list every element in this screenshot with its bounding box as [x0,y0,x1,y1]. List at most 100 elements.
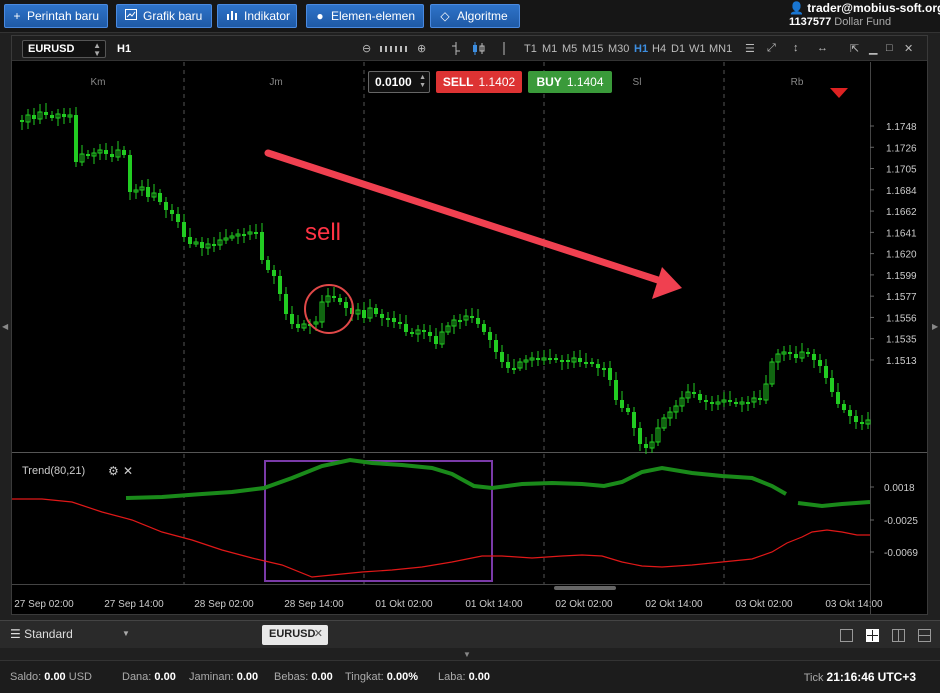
candle-body [794,354,798,358]
popout-icon[interactable]: ⇱ [850,42,859,55]
account-fund: 1137577 Dollar Fund [789,16,934,28]
indicator-tick-label: 0.0018 [884,483,915,494]
new-order-button[interactable]: + Perintah baru [4,4,108,28]
tf-h4[interactable]: H4 [652,43,666,55]
candle-body [560,360,564,362]
candle-body [158,193,162,202]
sell-button[interactable]: SELL 1.1402 [436,71,522,93]
candle-body [746,402,750,404]
candle-body [296,324,300,328]
right-panel-toggle-icon[interactable]: ▶ [932,322,938,331]
free-value: 0.00 [311,671,333,683]
new-chart-button[interactable]: Grafik baru [116,4,212,28]
candle-body [608,368,612,380]
chart-plot-area[interactable]: Km Jm Sl Rb sell Trend(80,21) ⚙ ✕ 1.1748 1.172… [12,62,927,614]
price-tick-label: 1.1684 [886,186,917,197]
candle-body [146,187,150,197]
buy-button[interactable]: BUY 1.1404 [528,71,612,93]
tf-m1[interactable]: M1 [542,43,557,55]
zoom-slider-icon[interactable] [380,44,412,56]
bar-chart-type-icon[interactable] [452,42,460,58]
plus-icon: + [13,9,21,23]
equity-status: Dana: 0.00 [122,671,176,683]
tf-mn1[interactable]: MN1 [709,43,732,55]
candle-body [260,232,264,260]
trend-line-down [12,498,870,578]
tf-d1[interactable]: D1 [671,43,685,55]
candle-body [362,310,366,318]
zoom-in-icon[interactable]: ⊕ [417,42,426,55]
candle-body [728,400,732,402]
candle-body [212,244,216,246]
indicator-label: Indikator [244,9,291,23]
candle-body [500,352,504,362]
candle-body [332,296,336,298]
time-tick-label: 02 Okt 02:00 [555,599,613,610]
spinner-icon[interactable]: ▲ ▼ [419,74,426,90]
candle-body [404,324,408,332]
layout-rows-icon[interactable] [918,629,931,642]
workspace-selector[interactable]: ☰ Standard ▼ [10,627,130,641]
trendline-icon[interactable]: ⤢ [767,42,776,55]
candle-body [812,354,816,360]
layout-single-icon[interactable] [840,629,853,642]
tf-m30[interactable]: M30 [608,43,629,55]
spinner-icon: ▲ ▼ [93,41,101,58]
tf-m5[interactable]: M5 [562,43,577,55]
gear-icon: ⚙ [108,464,119,478]
tab-eurusd[interactable]: EURUSD ✕ [262,625,328,645]
candle-chart-type-icon[interactable] [472,42,486,58]
horizontal-lines-icon[interactable]: ☰ [745,42,755,55]
line-chart-type-icon[interactable] [499,42,509,58]
candle-body [548,358,552,360]
tick-time: 21:16:46 [826,670,875,684]
tf-w1[interactable]: W1 [689,43,706,55]
candle-body [602,368,606,370]
time-tick-label: 01 Okt 02:00 [375,599,433,610]
algorithm-label: Algoritme [457,9,508,23]
elements-icon: ● [316,9,324,23]
price-tick-label: 1.1599 [886,271,917,282]
close-tab-icon[interactable]: ✕ [314,627,323,640]
candle-body [860,422,864,424]
tf-t1[interactable]: T1 [524,43,537,55]
symbol-selector[interactable]: EURUSD ▲ ▼ [22,40,106,58]
candle-body [506,362,510,368]
lot-size-input[interactable]: 0.0100 ▲ ▼ [368,71,430,93]
account-info[interactable]: 👤 trader@mobius-soft.org 1137577 Dollar … [789,1,940,28]
candle-body [458,320,462,322]
candle-body [614,380,618,400]
equity-label: Dana: [122,671,152,683]
balance-currency: USD [68,671,92,683]
candle-body [428,332,432,336]
balance-status: Saldo: 0.00 USD [10,671,92,683]
layout-columns-icon[interactable] [892,629,905,642]
vertical-line-icon[interactable]: ↕ [793,42,799,54]
server-clock[interactable]: Tick 21:16:46 UTC+3 [804,670,916,684]
profit-status: Laba: 0.00 [438,671,490,683]
indicator-button[interactable]: Indikator [217,4,297,28]
candle-body [488,332,492,340]
tf-h1[interactable]: H1 [634,43,648,55]
candle-body [344,302,348,308]
layout-grid-icon[interactable] [866,629,879,642]
left-panel-toggle-icon[interactable]: ◀ [2,322,8,331]
candle-body [86,154,90,156]
lot-value: 0.0100 [375,75,412,89]
chart-window[interactable]: EURUSD ▲ ▼ H1 ⊖ ⊕ T1 M1 M5 M15 M30 H1 H4… [11,35,928,615]
candle-body [44,112,48,115]
tf-m15[interactable]: M15 [582,43,603,55]
current-timeframe: H1 [117,43,132,55]
maximize-icon[interactable]: □ [886,42,893,54]
elements-button[interactable]: ● Elemen-elemen [306,4,424,28]
buy-price: 1.1404 [566,75,604,89]
user-icon: 👤 [789,1,804,15]
horizontal-line-icon[interactable]: ↔ [817,42,828,54]
balance-value: 0.00 [44,671,66,683]
candle-body [242,234,246,236]
panel-collapse-icon[interactable]: ▼ [463,650,471,659]
algorithm-button[interactable]: ◇ Algoritme [430,4,520,28]
minimize-icon[interactable]: ▁ [869,42,877,55]
close-window-icon[interactable]: ✕ [904,42,913,55]
zoom-out-icon[interactable]: ⊖ [362,42,371,55]
